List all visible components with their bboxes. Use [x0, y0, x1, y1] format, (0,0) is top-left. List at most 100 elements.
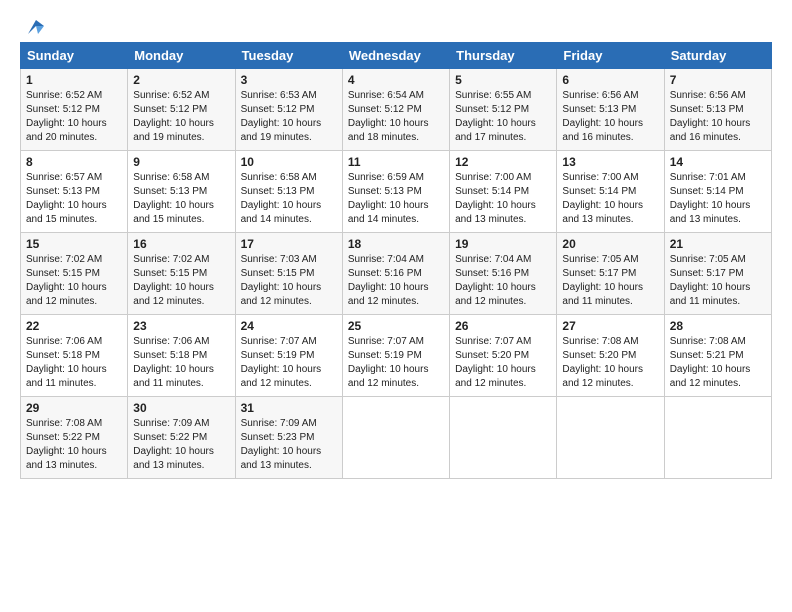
cell-text-line: Daylight: 10 hours	[455, 199, 551, 213]
cell-text-line: Sunrise: 6:58 AM	[241, 171, 337, 185]
cell-text-line: Daylight: 10 hours	[348, 281, 444, 295]
day-number: 29	[26, 401, 122, 415]
day-cell	[664, 397, 771, 479]
cell-text-line: Daylight: 10 hours	[241, 363, 337, 377]
day-cell: 7Sunrise: 6:56 AMSunset: 5:13 PMDaylight…	[664, 69, 771, 151]
day-cell: 6Sunrise: 6:56 AMSunset: 5:13 PMDaylight…	[557, 69, 664, 151]
cell-text-line: and 12 minutes.	[348, 295, 444, 309]
cell-text-line: Daylight: 10 hours	[241, 117, 337, 131]
day-cell: 28Sunrise: 7:08 AMSunset: 5:21 PMDayligh…	[664, 315, 771, 397]
cell-text-line: Daylight: 10 hours	[26, 199, 122, 213]
day-number: 11	[348, 155, 444, 169]
cell-text-line: Sunset: 5:15 PM	[26, 267, 122, 281]
cell-text-line: Daylight: 10 hours	[562, 117, 658, 131]
day-number: 18	[348, 237, 444, 251]
day-number: 10	[241, 155, 337, 169]
day-cell: 3Sunrise: 6:53 AMSunset: 5:12 PMDaylight…	[235, 69, 342, 151]
cell-text-line: and 12 minutes.	[26, 295, 122, 309]
cell-text-line: and 12 minutes.	[241, 295, 337, 309]
cell-text-line: Sunset: 5:12 PM	[348, 103, 444, 117]
cell-text-line: Sunrise: 7:02 AM	[26, 253, 122, 267]
header-cell-friday: Friday	[557, 43, 664, 69]
cell-text-line: Sunset: 5:13 PM	[133, 185, 229, 199]
day-number: 5	[455, 73, 551, 87]
cell-text-line: Daylight: 10 hours	[670, 281, 766, 295]
day-number: 26	[455, 319, 551, 333]
day-cell: 9Sunrise: 6:58 AMSunset: 5:13 PMDaylight…	[128, 151, 235, 233]
cell-text-line: Sunrise: 7:01 AM	[670, 171, 766, 185]
cell-text-line: Daylight: 10 hours	[241, 281, 337, 295]
header-cell-wednesday: Wednesday	[342, 43, 449, 69]
day-number: 7	[670, 73, 766, 87]
cell-text-line: and 20 minutes.	[26, 131, 122, 145]
week-row-5: 29Sunrise: 7:08 AMSunset: 5:22 PMDayligh…	[21, 397, 772, 479]
cell-text-line: Sunset: 5:19 PM	[348, 349, 444, 363]
cell-text-line: Sunrise: 7:09 AM	[133, 417, 229, 431]
day-number: 31	[241, 401, 337, 415]
cell-text-line: Sunrise: 6:59 AM	[348, 171, 444, 185]
cell-text-line: Sunset: 5:12 PM	[241, 103, 337, 117]
day-cell: 30Sunrise: 7:09 AMSunset: 5:22 PMDayligh…	[128, 397, 235, 479]
day-number: 27	[562, 319, 658, 333]
cell-text-line: and 15 minutes.	[133, 213, 229, 227]
day-cell: 26Sunrise: 7:07 AMSunset: 5:20 PMDayligh…	[450, 315, 557, 397]
cell-text-line: Sunset: 5:13 PM	[241, 185, 337, 199]
cell-text-line: Daylight: 10 hours	[241, 445, 337, 459]
cell-text-line: Sunrise: 6:53 AM	[241, 89, 337, 103]
cell-text-line: Sunrise: 7:05 AM	[670, 253, 766, 267]
cell-text-line: and 16 minutes.	[670, 131, 766, 145]
day-number: 6	[562, 73, 658, 87]
header-cell-monday: Monday	[128, 43, 235, 69]
cell-text-line: Sunrise: 7:07 AM	[241, 335, 337, 349]
cell-text-line: Daylight: 10 hours	[133, 281, 229, 295]
cell-text-line: Daylight: 10 hours	[26, 281, 122, 295]
cell-text-line: Daylight: 10 hours	[348, 199, 444, 213]
cell-text-line: and 14 minutes.	[241, 213, 337, 227]
day-cell: 17Sunrise: 7:03 AMSunset: 5:15 PMDayligh…	[235, 233, 342, 315]
cell-text-line: Sunrise: 7:08 AM	[562, 335, 658, 349]
cell-text-line: Sunset: 5:23 PM	[241, 431, 337, 445]
cell-text-line: and 12 minutes.	[562, 377, 658, 391]
cell-text-line: and 18 minutes.	[348, 131, 444, 145]
day-number: 21	[670, 237, 766, 251]
cell-text-line: Sunset: 5:19 PM	[241, 349, 337, 363]
header	[20, 18, 772, 36]
header-cell-sunday: Sunday	[21, 43, 128, 69]
cell-text-line: Sunset: 5:12 PM	[133, 103, 229, 117]
cell-text-line: Sunrise: 7:07 AM	[348, 335, 444, 349]
day-number: 25	[348, 319, 444, 333]
day-number: 17	[241, 237, 337, 251]
day-number: 12	[455, 155, 551, 169]
cell-text-line: Daylight: 10 hours	[348, 117, 444, 131]
cell-text-line: Sunset: 5:13 PM	[670, 103, 766, 117]
cell-text-line: Sunrise: 7:04 AM	[455, 253, 551, 267]
logo	[20, 18, 48, 36]
cell-text-line: Sunrise: 7:08 AM	[670, 335, 766, 349]
day-cell: 11Sunrise: 6:59 AMSunset: 5:13 PMDayligh…	[342, 151, 449, 233]
cell-text-line: and 11 minutes.	[133, 377, 229, 391]
week-row-4: 22Sunrise: 7:06 AMSunset: 5:18 PMDayligh…	[21, 315, 772, 397]
cell-text-line: Sunset: 5:16 PM	[455, 267, 551, 281]
day-cell: 1Sunrise: 6:52 AMSunset: 5:12 PMDaylight…	[21, 69, 128, 151]
cell-text-line: Daylight: 10 hours	[26, 117, 122, 131]
day-cell: 22Sunrise: 7:06 AMSunset: 5:18 PMDayligh…	[21, 315, 128, 397]
cell-text-line: Sunrise: 7:08 AM	[26, 417, 122, 431]
logo-icon	[24, 18, 46, 36]
cell-text-line: Sunset: 5:13 PM	[26, 185, 122, 199]
cell-text-line: Daylight: 10 hours	[455, 363, 551, 377]
day-cell: 24Sunrise: 7:07 AMSunset: 5:19 PMDayligh…	[235, 315, 342, 397]
cell-text-line: and 16 minutes.	[562, 131, 658, 145]
cell-text-line: Sunrise: 6:58 AM	[133, 171, 229, 185]
day-cell: 21 Sunrise: 7:05 AMSunset: 5:17 PMDayligh…	[664, 233, 771, 315]
cell-text-line: Sunrise: 6:55 AM	[455, 89, 551, 103]
cell-text-line: Sunset: 5:17 PM	[670, 267, 766, 281]
day-number: 19	[455, 237, 551, 251]
cell-text-line: and 19 minutes.	[133, 131, 229, 145]
cell-text-line: and 13 minutes.	[26, 459, 122, 473]
cell-text-line: Daylight: 10 hours	[670, 117, 766, 131]
cell-text-line: Sunset: 5:18 PM	[133, 349, 229, 363]
cell-text-line: Sunrise: 6:52 AM	[133, 89, 229, 103]
day-cell	[342, 397, 449, 479]
cell-text-line: Sunrise: 7:06 AM	[26, 335, 122, 349]
cell-text-line: and 11 minutes.	[670, 295, 766, 309]
